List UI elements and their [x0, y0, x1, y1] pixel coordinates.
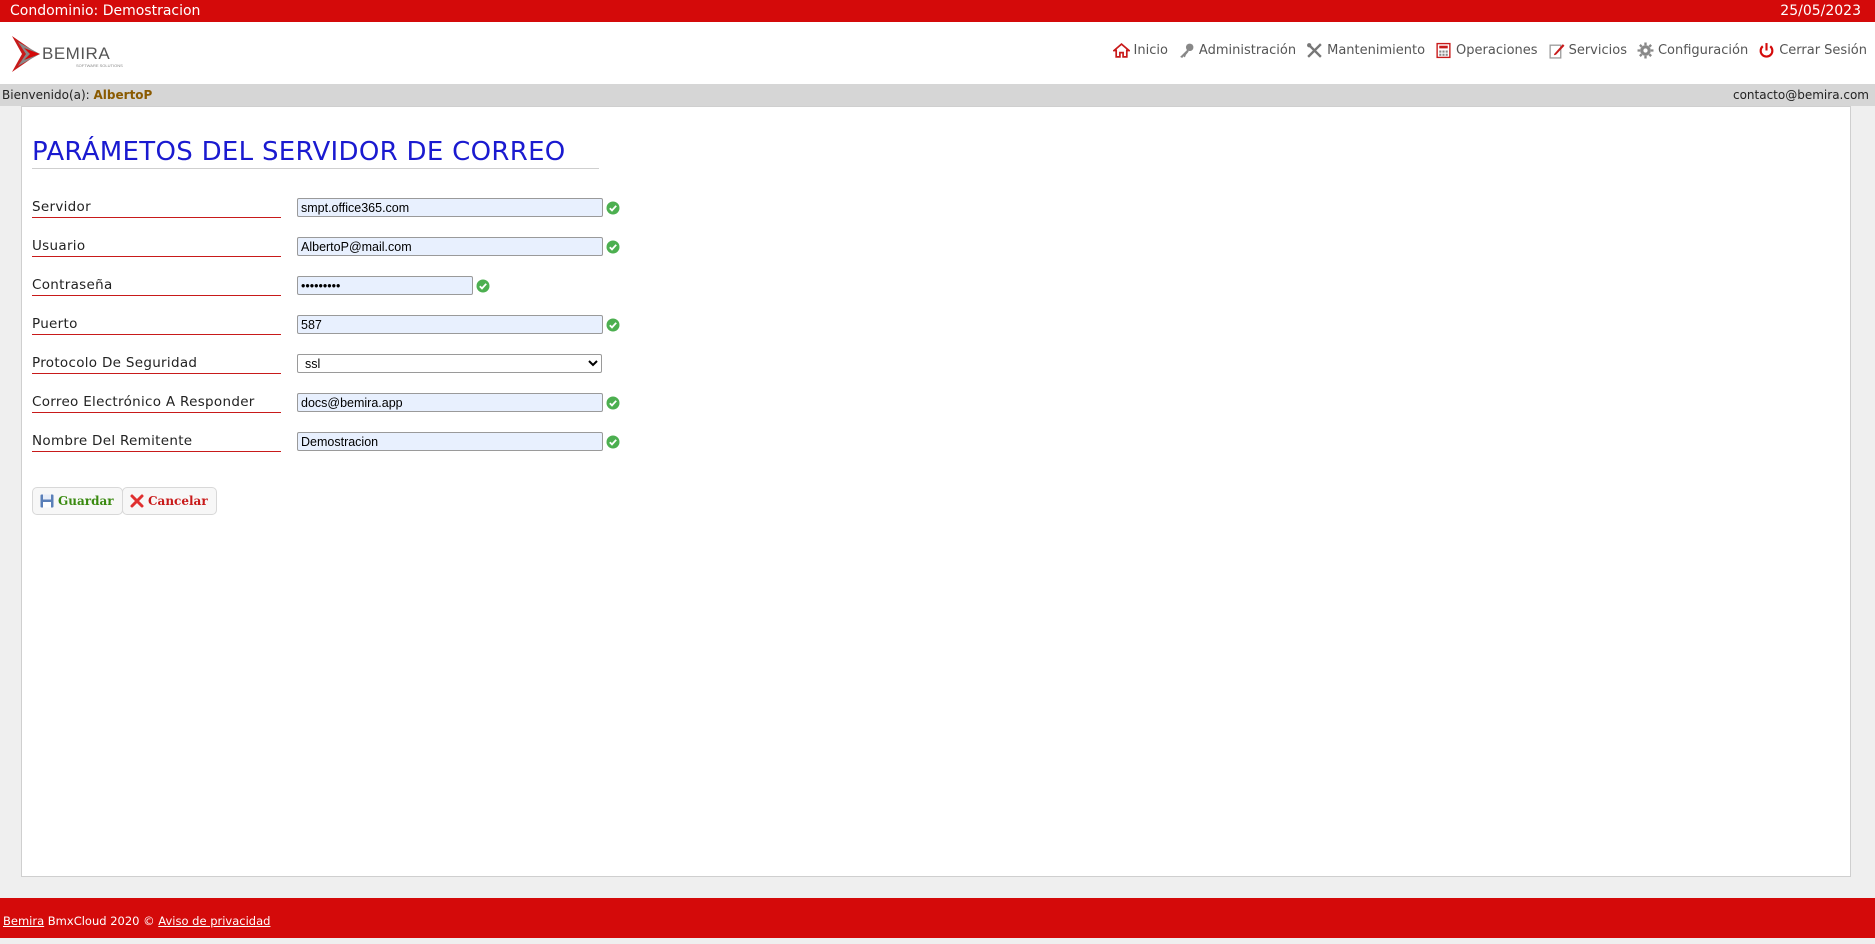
welcome-user: AlbertoP — [93, 88, 153, 102]
header: BEMIRA SOFTWARE SOLUTIONS Inicio Adminis… — [0, 22, 1875, 84]
top-bar: Condominio: Demostracion 25/05/2023 — [0, 0, 1875, 22]
nav-cerrar-sesion[interactable]: Cerrar Sesión — [1758, 42, 1867, 59]
footer-text: Bemira BmxCloud 2020 © Aviso de privacid… — [3, 914, 270, 928]
bemira-link[interactable]: Bemira — [3, 914, 44, 928]
tools-icon — [1307, 43, 1322, 58]
welcome-label: Bienvenido(a): — [2, 88, 94, 102]
page-title: PARÁMETOS DEL SERVIDOR DE CORREO — [32, 137, 599, 169]
main-panel: PARÁMETOS DEL SERVIDOR DE CORREO Servido… — [21, 106, 1851, 877]
contrasena-label: Contraseña — [32, 277, 281, 296]
close-icon — [130, 494, 144, 508]
servidor-input[interactable] — [297, 198, 603, 217]
main-nav: Inicio Administración Mantenimiento Oper… — [1103, 42, 1867, 59]
welcome-bar: Bienvenido(a): AlbertoP contacto@bemira.… — [0, 84, 1875, 106]
usuario-label: Usuario — [32, 238, 281, 257]
puerto-label: Puerto — [32, 316, 281, 335]
bemira-logo[interactable]: BEMIRA SOFTWARE SOLUTIONS — [10, 32, 140, 74]
nav-label: Operaciones — [1456, 43, 1538, 58]
key-icon — [1180, 43, 1194, 58]
responder-label: Correo Electrónico A Responder — [32, 394, 281, 413]
check-icon — [606, 240, 620, 254]
nav-label: Inicio — [1133, 43, 1168, 58]
puerto-input[interactable] — [297, 315, 603, 334]
remitente-input[interactable] — [297, 432, 603, 451]
privacy-link[interactable]: Aviso de privacidad — [158, 914, 270, 928]
check-icon — [606, 201, 620, 215]
check-icon — [476, 279, 490, 293]
remitente-label: Nombre Del Remitente — [32, 433, 281, 452]
save-button-label: Guardar — [58, 494, 114, 508]
protocolo-label: Protocolo De Seguridad — [32, 355, 281, 374]
calculator-icon — [1436, 42, 1451, 59]
power-icon — [1759, 43, 1774, 58]
nav-label: Cerrar Sesión — [1779, 43, 1867, 58]
nav-configuracion[interactable]: Configuración — [1637, 42, 1748, 59]
nav-administracion[interactable]: Administración — [1178, 42, 1296, 59]
save-button[interactable]: Guardar — [32, 487, 123, 515]
servidor-label: Servidor — [32, 199, 281, 218]
cancel-button-label: Cancelar — [148, 494, 208, 508]
nav-inicio[interactable]: Inicio — [1112, 42, 1168, 59]
logo-text: BEMIRA — [42, 44, 110, 63]
protocolo-select[interactable]: ssl — [297, 354, 602, 373]
logo-tagline: SOFTWARE SOLUTIONS — [76, 63, 123, 68]
check-icon — [606, 318, 620, 332]
home-icon — [1112, 43, 1130, 58]
nav-label: Configuración — [1657, 43, 1749, 58]
usuario-input[interactable] — [297, 237, 603, 256]
footer-copyright: BmxCloud 2020 © — [44, 914, 159, 928]
check-icon — [606, 396, 620, 410]
current-date: 25/05/2023 — [1780, 3, 1861, 19]
cancel-button[interactable]: Cancelar — [122, 487, 217, 515]
check-icon — [606, 435, 620, 449]
nav-servicios[interactable]: Servicios — [1548, 42, 1627, 59]
contrasena-input[interactable] — [297, 276, 473, 295]
welcome-text: Bienvenido(a): AlbertoP — [2, 88, 152, 102]
gear-icon — [1637, 42, 1654, 59]
footer: Bemira BmxCloud 2020 © Aviso de privacid… — [0, 898, 1875, 938]
responder-input[interactable] — [297, 393, 603, 412]
nav-label: Servicios — [1568, 43, 1627, 58]
condominio-name: Condominio: Demostracion — [10, 3, 201, 19]
nav-mantenimiento[interactable]: Mantenimiento — [1306, 42, 1425, 59]
nav-label: Mantenimiento — [1327, 43, 1426, 58]
nav-label: Administración — [1198, 43, 1297, 58]
contact-email: contacto@bemira.com — [1732, 88, 1869, 102]
edit-icon — [1549, 44, 1565, 59]
nav-operaciones[interactable]: Operaciones — [1435, 42, 1538, 59]
floppy-disk-icon — [40, 494, 54, 508]
